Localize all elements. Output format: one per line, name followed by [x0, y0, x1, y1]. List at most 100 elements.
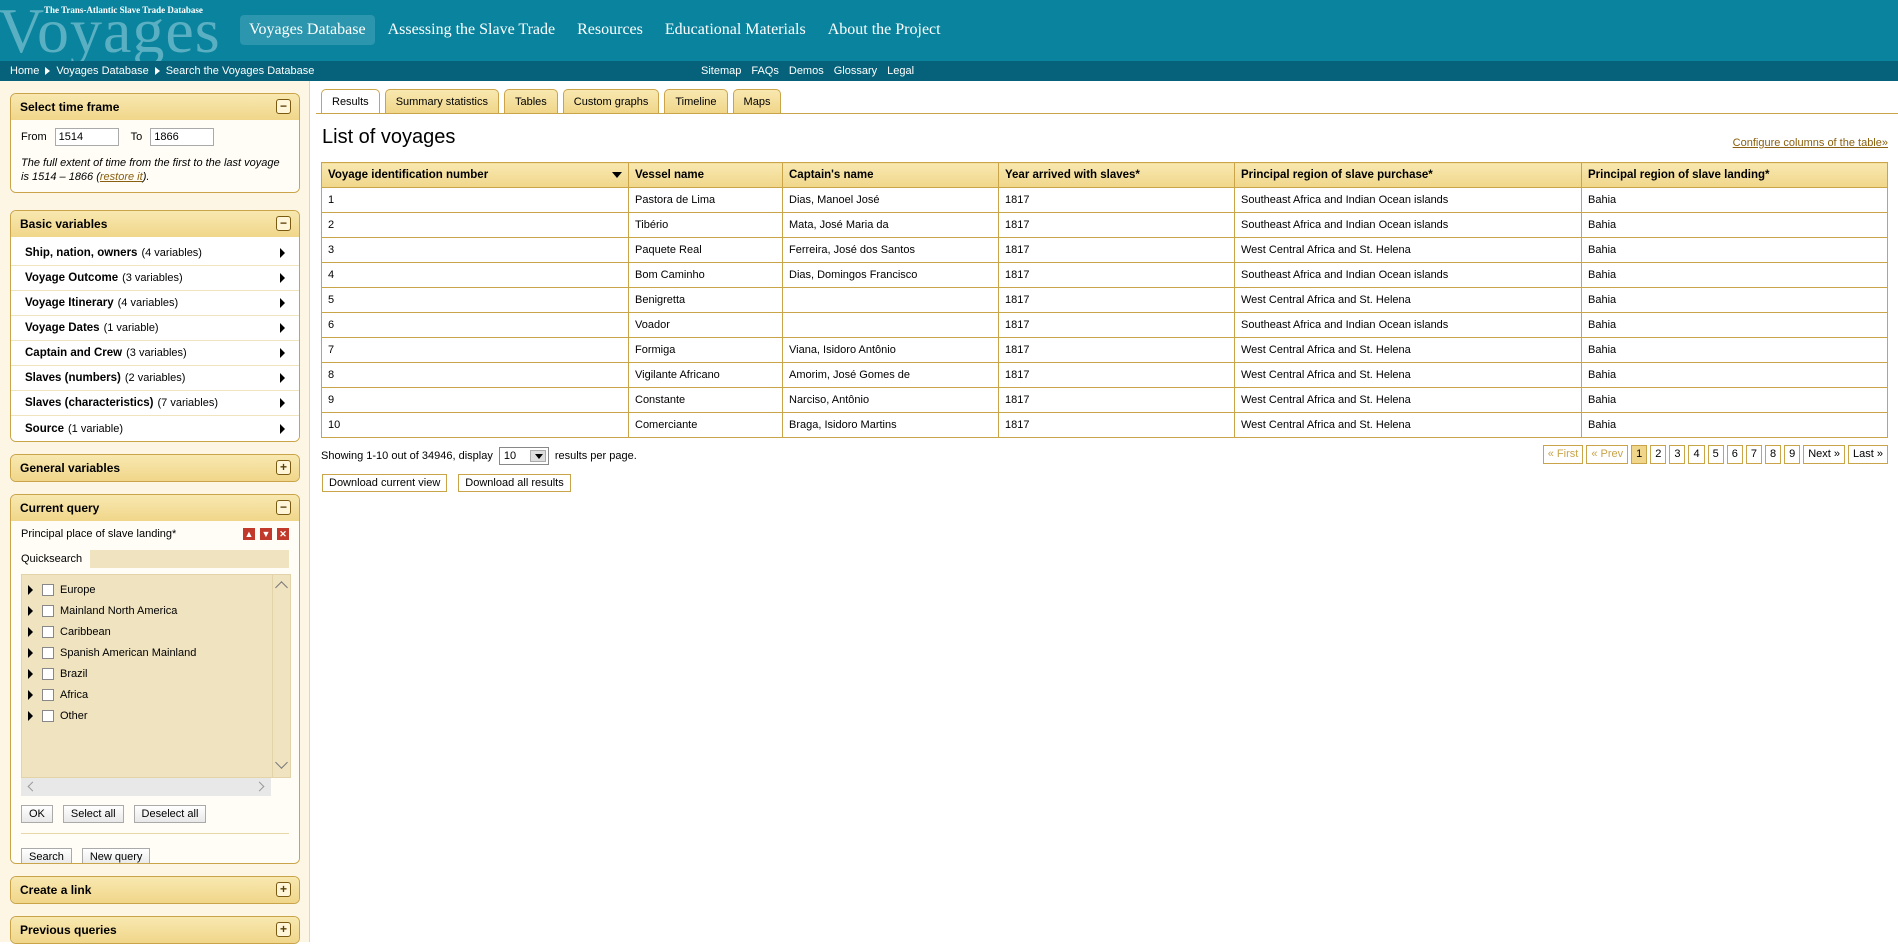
page-last[interactable]: Last »: [1848, 445, 1888, 464]
var-voyage-outcome[interactable]: Voyage Outcome (3 variables): [11, 266, 299, 291]
checkbox[interactable]: [42, 688, 54, 701]
per-page-select[interactable]: 10: [498, 447, 549, 465]
tab-results[interactable]: Results: [321, 89, 380, 113]
expand-icon[interactable]: +: [276, 922, 291, 937]
var-voyage-dates[interactable]: Voyage Dates (1 variable): [11, 316, 299, 341]
nav-educational-materials[interactable]: Educational Materials: [656, 15, 815, 45]
expand-arrow-icon[interactable]: [28, 668, 33, 679]
expand-arrow-icon[interactable]: [28, 710, 33, 721]
tree-vertical-scrollbar[interactable]: [272, 575, 290, 777]
tab-custom-graphs[interactable]: Custom graphs: [562, 89, 660, 113]
checkbox[interactable]: [42, 604, 54, 617]
page-1[interactable]: 1: [1631, 445, 1648, 464]
nav-voyages-database[interactable]: Voyages Database: [240, 15, 375, 45]
select-all-button[interactable]: Select all: [62, 805, 124, 823]
var-source[interactable]: Source (1 variable): [11, 416, 299, 441]
tab-maps[interactable]: Maps: [732, 89, 782, 113]
tab-tables[interactable]: Tables: [503, 89, 558, 113]
col-region-purchase[interactable]: Principal region of slave purchase*: [1234, 162, 1582, 188]
general-variables-header[interactable]: General variables +: [11, 455, 299, 481]
page-4[interactable]: 4: [1688, 445, 1705, 464]
breadcrumb-search[interactable]: Search the Voyages Database: [166, 65, 315, 77]
deselect-all-button[interactable]: Deselect all: [133, 805, 207, 823]
expand-arrow-icon[interactable]: [28, 605, 33, 616]
expand-arrow-icon[interactable]: [28, 626, 33, 637]
download-all-results-button[interactable]: Download all results: [458, 474, 571, 492]
page-7[interactable]: 7: [1745, 445, 1762, 464]
table-row[interactable]: 2 Tibério Mata, José Maria da 1817 Southeast…: [321, 212, 1888, 238]
col-region-landing[interactable]: Principal region of slave landing*: [1581, 162, 1888, 188]
tab-summary-statistics[interactable]: Summary statistics: [384, 89, 499, 113]
var-slaves-characteristics[interactable]: Slaves (characteristics) (7 variables): [11, 391, 299, 416]
var-captain-crew[interactable]: Captain and Crew (3 variables): [11, 341, 299, 366]
scroll-up-icon[interactable]: [275, 581, 288, 594]
page-8[interactable]: 8: [1764, 445, 1782, 464]
scroll-right-icon[interactable]: [254, 781, 265, 792]
link-legal[interactable]: Legal: [887, 65, 914, 77]
collapse-icon[interactable]: −: [276, 216, 291, 231]
page-2[interactable]: 2: [1650, 445, 1667, 464]
link-glossary[interactable]: Glossary: [834, 65, 877, 77]
create-link-header[interactable]: Create a link +: [11, 877, 299, 903]
quicksearch-input[interactable]: [90, 550, 289, 568]
link-faqs[interactable]: FAQs: [751, 65, 779, 77]
page-5[interactable]: 5: [1707, 445, 1724, 464]
restore-link[interactable]: restore it: [100, 171, 143, 183]
col-vessel-name[interactable]: Vessel name: [628, 162, 783, 188]
download-current-view-button[interactable]: Download current view: [322, 474, 448, 492]
checkbox[interactable]: [42, 625, 54, 638]
checkbox[interactable]: [42, 709, 54, 722]
ok-button[interactable]: OK: [21, 805, 53, 823]
move-down-icon[interactable]: ▼: [260, 528, 272, 540]
link-sitemap[interactable]: Sitemap: [701, 65, 741, 77]
collapse-icon[interactable]: −: [276, 500, 291, 515]
table-row[interactable]: 3 Paquete Real Ferreira, José dos Santos 18…: [321, 237, 1888, 263]
var-slaves-numbers[interactable]: Slaves (numbers) (2 variables): [11, 366, 299, 391]
current-query-header[interactable]: Current query −: [11, 495, 299, 521]
expand-arrow-icon[interactable]: [28, 584, 33, 595]
breadcrumb-voyages-database[interactable]: Voyages Database: [56, 65, 148, 77]
var-ship-nation-owners[interactable]: Ship, nation, owners (4 variables): [11, 241, 299, 266]
basic-variables-header[interactable]: Basic variables −: [11, 211, 299, 237]
scroll-down-icon[interactable]: [275, 756, 288, 769]
nav-resources[interactable]: Resources: [568, 15, 652, 45]
expand-arrow-icon[interactable]: [28, 689, 33, 700]
new-query-button[interactable]: New query: [81, 848, 151, 863]
expand-arrow-icon[interactable]: [28, 647, 33, 658]
table-row[interactable]: 8 Vigilante Africano Amorim, José Gomes de…: [321, 362, 1888, 388]
expand-icon[interactable]: +: [276, 460, 291, 475]
page-next[interactable]: Next »: [1803, 445, 1846, 464]
tab-timeline[interactable]: Timeline: [664, 89, 728, 113]
nav-assessing-slave-trade[interactable]: Assessing the Slave Trade: [379, 15, 565, 45]
remove-icon[interactable]: ✕: [277, 528, 289, 540]
table-row[interactable]: 4 Bom Caminho Dias, Domingos Francisco 1817…: [321, 262, 1888, 288]
table-row[interactable]: 9 Constante Narciso, Antônio 1817 West Centr…: [321, 387, 1888, 413]
from-year-input[interactable]: [54, 128, 119, 146]
table-row[interactable]: 7 Formiga Viana, Isidoro Antônio 1817 West C…: [321, 337, 1888, 363]
previous-queries-header[interactable]: Previous queries +: [11, 917, 299, 943]
table-row[interactable]: 1 Pastora de Lima Dias, Manoel José 1817 Sou…: [321, 187, 1888, 213]
var-voyage-itinerary[interactable]: Voyage Itinerary (4 variables): [11, 291, 299, 316]
timeframe-panel-header[interactable]: Select time frame −: [11, 94, 299, 120]
collapse-icon[interactable]: −: [276, 99, 291, 114]
checkbox[interactable]: [42, 583, 54, 596]
col-year-arrived[interactable]: Year arrived with slaves*: [998, 162, 1235, 188]
scroll-left-icon[interactable]: [27, 781, 38, 792]
checkbox[interactable]: [42, 667, 54, 680]
tree-horizontal-scrollbar[interactable]: [21, 778, 271, 796]
table-row[interactable]: 10 Comerciante Braga, Isidoro Martins 1817 W…: [321, 412, 1888, 438]
checkbox[interactable]: [42, 646, 54, 659]
page-3[interactable]: 3: [1669, 445, 1686, 464]
search-button[interactable]: Search: [21, 848, 72, 863]
page-9[interactable]: 9: [1784, 445, 1801, 464]
col-captain-name[interactable]: Captain's name: [782, 162, 999, 188]
chevron-down-icon[interactable]: [529, 450, 546, 462]
table-row[interactable]: 5 Benigretta 1817 West Central Africa and S…: [321, 287, 1888, 313]
to-year-input[interactable]: [150, 128, 215, 146]
col-voyage-id[interactable]: Voyage identification number: [321, 162, 629, 188]
link-demos[interactable]: Demos: [789, 65, 824, 77]
move-up-icon[interactable]: ▲: [243, 528, 255, 540]
page-6[interactable]: 6: [1726, 445, 1743, 464]
nav-about-project[interactable]: About the Project: [819, 15, 950, 45]
configure-columns-link[interactable]: Configure columns of the table»: [1733, 137, 1888, 149]
